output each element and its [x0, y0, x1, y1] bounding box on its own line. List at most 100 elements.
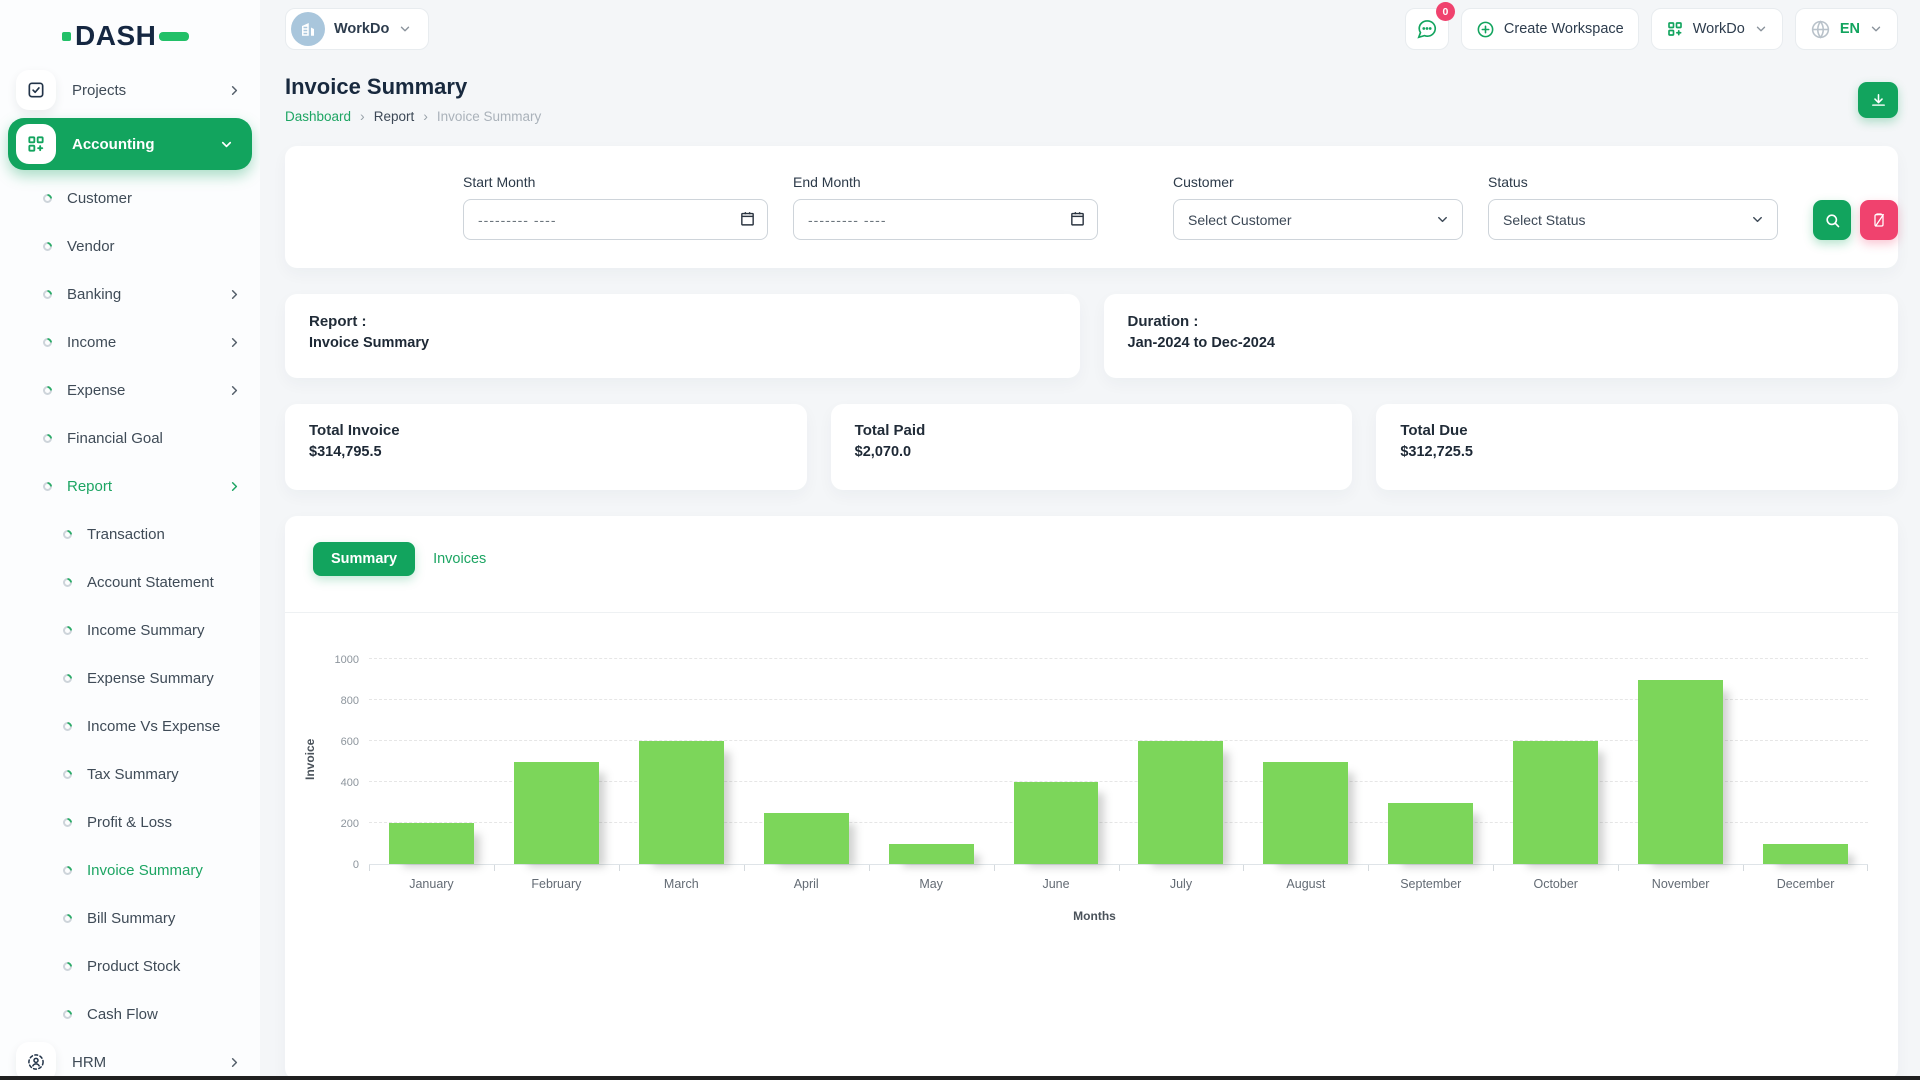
calendar-icon[interactable]	[739, 210, 756, 227]
sidebar-item-invoice-summary[interactable]: Invoice Summary	[0, 846, 260, 894]
sidebar-item-hrm[interactable]: HRM	[0, 1038, 260, 1080]
start-month-field: Start Month	[463, 174, 768, 240]
customer-select-value: Select Customer	[1188, 212, 1291, 228]
building-icon	[299, 20, 317, 38]
y-tick-label: 400	[321, 777, 359, 789]
duration-card-title: Duration :	[1128, 313, 1875, 330]
sidebar-item-report[interactable]: Report	[0, 462, 260, 510]
sidebar-item-label: Invoice Summary	[87, 862, 242, 879]
x-tick-label: July	[1170, 877, 1192, 891]
report-card: Report : Invoice Summary	[285, 294, 1080, 378]
dash-logo[interactable]: DASH	[62, 20, 260, 52]
bar-february[interactable]	[514, 762, 599, 865]
sidebar-item-label: Report	[67, 478, 227, 495]
sidebar: DASH ProjectsAccountingCustomerVendorBan…	[0, 0, 260, 1080]
x-tick-label: December	[1777, 877, 1835, 891]
grid-plus-icon	[16, 124, 56, 164]
bar-march[interactable]	[639, 741, 724, 864]
y-tick-label: 600	[321, 736, 359, 748]
chat-bubble-icon	[1416, 18, 1438, 40]
language-selector[interactable]: EN	[1795, 8, 1898, 50]
status-select[interactable]: Select Status	[1488, 199, 1778, 240]
start-month-input[interactable]	[463, 199, 768, 240]
bar-july[interactable]	[1138, 741, 1223, 864]
x-tick-label: August	[1286, 877, 1325, 891]
breadcrumb-dashboard[interactable]: Dashboard	[285, 109, 351, 124]
workspace-selector[interactable]: WorkDo	[285, 8, 429, 50]
sidebar-item-financial-goal[interactable]: Financial Goal	[0, 414, 260, 462]
sidebar-item-projects[interactable]: Projects	[0, 66, 260, 114]
bullet-icon	[61, 864, 74, 877]
total-paid-value: $2,070.0	[855, 444, 1329, 460]
summary-info-row: Report : Invoice Summary Duration : Jan-…	[285, 294, 1898, 378]
chevron-down-icon	[1869, 22, 1883, 36]
download-button[interactable]	[1858, 82, 1898, 118]
bar-december[interactable]	[1763, 844, 1848, 865]
bar-october[interactable]	[1513, 741, 1598, 864]
sidebar-item-label: Transaction	[87, 526, 242, 543]
end-month-label: End Month	[793, 174, 1098, 190]
total-due-card: Total Due $312,725.5	[1376, 404, 1898, 490]
bullet-icon	[41, 384, 54, 397]
chevron-right-icon	[227, 1055, 242, 1070]
tab-summary[interactable]: Summary	[313, 542, 415, 576]
sidebar-item-product-stock[interactable]: Product Stock	[0, 942, 260, 990]
end-month-input[interactable]	[793, 199, 1098, 240]
sidebar-item-bill-summary[interactable]: Bill Summary	[0, 894, 260, 942]
bar-august[interactable]	[1263, 762, 1348, 865]
language-label: EN	[1840, 21, 1860, 37]
sidebar-menu: ProjectsAccountingCustomerVendorBankingI…	[0, 66, 260, 1080]
sidebar-item-account-statement[interactable]: Account Statement	[0, 558, 260, 606]
sidebar-item-vendor[interactable]: Vendor	[0, 222, 260, 270]
x-tick-label: February	[531, 877, 581, 891]
reset-button[interactable]	[1860, 200, 1898, 240]
messages-button[interactable]: 0	[1405, 8, 1449, 50]
bar-january[interactable]	[389, 823, 474, 864]
create-workspace-button[interactable]: Create Workspace	[1461, 8, 1639, 50]
report-card-value: Invoice Summary	[309, 335, 1056, 351]
sidebar-item-profit-loss[interactable]: Profit & Loss	[0, 798, 260, 846]
bar-june[interactable]	[1014, 782, 1099, 864]
calendar-icon[interactable]	[1069, 210, 1086, 227]
tab-invoices[interactable]: Invoices	[429, 542, 490, 576]
bullet-icon	[41, 240, 54, 253]
bullet-icon	[61, 528, 74, 541]
breadcrumb-report[interactable]: Report	[374, 109, 415, 124]
x-axis-title: Months	[321, 909, 1868, 923]
sidebar-item-income-vs-expense[interactable]: Income Vs Expense	[0, 702, 260, 750]
sidebar-item-label: HRM	[72, 1054, 227, 1071]
bar-september[interactable]	[1388, 803, 1473, 865]
sidebar-item-income[interactable]: Income	[0, 318, 260, 366]
sidebar-item-accounting[interactable]: Accounting	[8, 118, 252, 170]
sidebar-item-income-summary[interactable]: Income Summary	[0, 606, 260, 654]
invoice-bar-chart: Invoice 02004006008001000 JanuaryFebruar…	[299, 653, 1868, 923]
bullet-icon	[61, 624, 74, 637]
breadcrumb: Dashboard›Report›Invoice Summary	[285, 108, 541, 124]
sidebar-item-tax-summary[interactable]: Tax Summary	[0, 750, 260, 798]
customer-select[interactable]: Select Customer	[1173, 199, 1463, 240]
sidebar-item-cash-flow[interactable]: Cash Flow	[0, 990, 260, 1038]
bar-november[interactable]	[1638, 680, 1723, 865]
bar-may[interactable]	[889, 844, 974, 865]
search-button[interactable]	[1813, 200, 1851, 240]
chevron-right-icon	[227, 287, 242, 302]
sidebar-item-expense[interactable]: Expense	[0, 366, 260, 414]
bar-slot	[619, 653, 744, 864]
bar-april[interactable]	[764, 813, 849, 864]
chevron-down-icon	[398, 22, 412, 36]
bullet-icon	[61, 960, 74, 973]
bullet-icon	[61, 1008, 74, 1021]
checkbox-icon	[16, 70, 56, 110]
sidebar-item-transaction[interactable]: Transaction	[0, 510, 260, 558]
workspace-avatar	[291, 12, 325, 46]
sidebar-item-expense-summary[interactable]: Expense Summary	[0, 654, 260, 702]
y-tick-label: 1000	[321, 654, 359, 666]
sidebar-item-label: Tax Summary	[87, 766, 242, 783]
app-menu-label: WorkDo	[1693, 21, 1745, 37]
sidebar-item-label: Cash Flow	[87, 1006, 242, 1023]
sidebar-item-label: Expense Summary	[87, 670, 242, 687]
sidebar-item-banking[interactable]: Banking	[0, 270, 260, 318]
sidebar-item-customer[interactable]: Customer	[0, 174, 260, 222]
app-menu-button[interactable]: WorkDo	[1651, 8, 1783, 50]
grid-plus-icon	[1666, 20, 1684, 38]
